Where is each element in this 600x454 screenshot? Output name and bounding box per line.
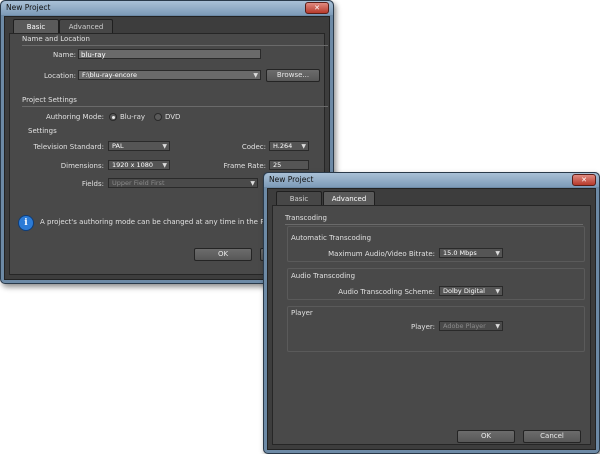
codec-value: H.264 <box>273 142 293 150</box>
bluray-radio[interactable] <box>109 113 117 121</box>
settings-heading: Settings <box>28 127 57 135</box>
chevron-down-icon: ▼ <box>495 323 500 330</box>
chevron-down-icon: ▼ <box>301 143 306 150</box>
back-ok-button[interactable]: OK <box>194 248 252 261</box>
player-dropdown[interactable]: Adobe Player ▼ <box>439 321 503 331</box>
fields-dropdown[interactable]: Upper Field First ▼ <box>108 178 258 188</box>
chevron-down-icon: ▼ <box>495 250 500 257</box>
front-dialog-title: New Project <box>269 175 314 184</box>
info-icon: i <box>18 215 34 231</box>
tv-standard-dropdown[interactable]: PAL ▼ <box>108 141 170 151</box>
authoring-mode-label: Authoring Mode: <box>45 113 104 121</box>
bitrate-value: 15.0 Mbps <box>443 249 477 257</box>
chevron-down-icon: ▼ <box>253 72 258 79</box>
codec-dropdown[interactable]: H.264 ▼ <box>269 141 309 151</box>
front-cancel-button[interactable]: Cancel <box>523 430 581 443</box>
fields-label: Fields: <box>81 180 104 188</box>
audio-scheme-dropdown[interactable]: Dolby Digital ▼ <box>439 286 503 296</box>
front-client-area: Basic Advanced Transcoding Automatic Tra… <box>267 188 596 450</box>
dvd-radio-label[interactable]: DVD <box>165 113 180 121</box>
back-titlebar[interactable]: New Project ✕ <box>1 1 333 15</box>
chevron-down-icon: ▼ <box>250 180 255 187</box>
player-value: Adobe Player <box>443 322 486 330</box>
player-group <box>287 306 585 352</box>
front-close-button[interactable]: ✕ <box>572 174 596 186</box>
location-value: F:\blu-ray-encore <box>82 71 137 79</box>
tv-standard-value: PAL <box>112 142 124 150</box>
location-label: Location: <box>44 72 76 80</box>
player-label: Player: <box>410 323 435 331</box>
front-new-project-dialog: New Project ✕ Basic Advanced Transcoding… <box>263 172 600 454</box>
bitrate-label: Maximum Audio/Video Bitrate: <box>328 250 435 258</box>
dimensions-value: 1920 x 1080 <box>112 161 154 169</box>
front-tab-basic[interactable]: Basic <box>276 191 322 206</box>
name-location-heading: Name and Location <box>22 35 328 46</box>
location-dropdown[interactable]: F:\blu-ray-encore ▼ <box>78 70 261 80</box>
name-input[interactable]: blu-ray <box>78 49 261 59</box>
frame-rate-dropdown[interactable]: 25 <box>269 160 309 170</box>
codec-label: Codec: <box>241 143 266 151</box>
fields-value: Upper Field First <box>112 179 165 187</box>
dimensions-label: Dimensions: <box>60 162 104 170</box>
front-titlebar[interactable]: New Project ✕ <box>264 173 599 187</box>
back-tabstrip: Basic Advanced <box>5 17 329 34</box>
audio-scheme-value: Dolby Digital <box>443 287 485 295</box>
front-ok-button[interactable]: OK <box>457 430 515 443</box>
front-advanced-panel: Transcoding Automatic Transcoding Maximu… <box>272 205 591 445</box>
back-close-button[interactable]: ✕ <box>305 2 329 14</box>
automatic-transcoding-heading: Automatic Transcoding <box>291 234 372 242</box>
bluray-radio-label[interactable]: Blu-ray <box>120 113 145 121</box>
player-heading: Player <box>291 309 313 317</box>
dimensions-dropdown[interactable]: 1920 x 1080 ▼ <box>108 160 170 170</box>
back-dialog-title: New Project <box>6 3 51 12</box>
project-settings-heading: Project Settings <box>22 96 328 107</box>
chevron-down-icon: ▼ <box>162 162 167 169</box>
audio-scheme-label: Audio Transcoding Scheme: <box>338 288 435 296</box>
chevron-down-icon: ▼ <box>495 288 500 295</box>
front-tabstrip: Basic Advanced <box>268 189 595 206</box>
front-tab-advanced[interactable]: Advanced <box>323 191 375 206</box>
name-label: Name: <box>52 51 76 59</box>
frame-rate-label: Frame Rate: <box>223 162 266 170</box>
dvd-radio[interactable] <box>154 113 162 121</box>
chevron-down-icon: ▼ <box>162 143 167 150</box>
back-tab-basic[interactable]: Basic <box>13 19 59 34</box>
browse-button[interactable]: Browse... <box>266 69 320 82</box>
back-tab-advanced[interactable]: Advanced <box>59 19 113 34</box>
transcoding-heading: Transcoding <box>285 214 583 225</box>
tv-standard-label: Television Standard: <box>33 143 104 151</box>
frame-rate-value: 25 <box>273 161 282 169</box>
audio-transcoding-heading: Audio Transcoding <box>291 272 356 280</box>
bitrate-dropdown[interactable]: 15.0 Mbps ▼ <box>439 248 503 258</box>
